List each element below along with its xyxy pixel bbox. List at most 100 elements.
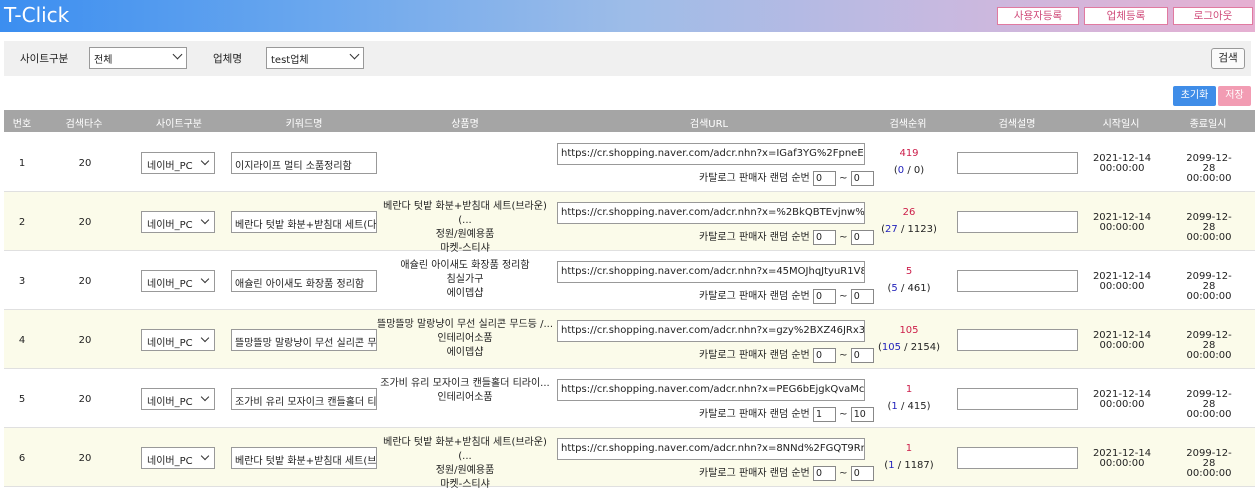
rank-value: 1 bbox=[905, 443, 913, 454]
catalog-label: 카탈로그 판매자 랜덤 순번 bbox=[699, 291, 810, 302]
slash-separator: / bbox=[907, 165, 911, 176]
row-keyword-input[interactable]: 애슐린 아이새도 화장품 정리함 bbox=[231, 270, 377, 292]
product-seller: 에이뎁샵 bbox=[446, 347, 484, 358]
row-end-datetime: 2099-12-28 00:00:00 bbox=[1186, 213, 1232, 243]
reset-button[interactable]: 초기화 bbox=[1173, 86, 1216, 106]
row-url-input[interactable]: https://cr.shopping.naver.com/adcr.nhn?x… bbox=[557, 202, 865, 224]
start-time: 00:00:00 bbox=[1099, 222, 1145, 233]
row-hits: 20 bbox=[78, 158, 92, 169]
row-keyword-input[interactable]: 베란다 텃밭 화분+받침대 세트(다크그레 bbox=[231, 211, 377, 233]
catalog-from-input[interactable]: 0 bbox=[812, 347, 836, 363]
end-date: 2099-12-28 bbox=[1186, 271, 1232, 292]
catalog-from-input[interactable]: 0 bbox=[812, 229, 836, 245]
end-time: 00:00:00 bbox=[1186, 409, 1232, 420]
row-description-input[interactable] bbox=[957, 270, 1078, 292]
row-rank: 5 (5 / 461) bbox=[887, 263, 930, 297]
table-row: 3 20 네이버_PC 애슐린 아이새도 화장품 정리함 애슐린 아이새도 화장… bbox=[4, 251, 1255, 310]
save-button[interactable]: 저장 bbox=[1218, 86, 1251, 106]
end-time: 00:00:00 bbox=[1186, 232, 1232, 243]
row-site-value: 네이버_PC bbox=[147, 338, 193, 349]
site-filter-value: 전체 bbox=[94, 55, 113, 66]
row-description-input[interactable] bbox=[957, 211, 1078, 233]
slash-separator: / bbox=[900, 401, 905, 412]
catalog-to-input[interactable]: 0 bbox=[850, 170, 874, 186]
catalog-label: 카탈로그 판매자 랜덤 순번 bbox=[699, 409, 810, 420]
row-hits: 20 bbox=[78, 453, 92, 464]
register-company-button[interactable]: 업체등록 bbox=[1084, 7, 1168, 25]
row-rank: 105 (105 / 2154) bbox=[878, 322, 940, 356]
row-number: 4 bbox=[18, 335, 26, 346]
row-keyword-input[interactable]: 조가비 유리 모자이크 캔들홀더 티라이트 bbox=[231, 388, 377, 410]
catalog-to-input[interactable]: 10 bbox=[850, 406, 874, 422]
catalog-to-input[interactable]: 0 bbox=[850, 465, 874, 481]
tilde-separator: ~ bbox=[839, 232, 848, 243]
catalog-label: 카탈로그 판매자 랜덤 순번 bbox=[699, 173, 810, 184]
catalog-to-input[interactable]: 0 bbox=[850, 229, 874, 245]
tilde-separator: ~ bbox=[839, 291, 848, 302]
catalog-from-input[interactable]: 0 bbox=[812, 170, 836, 186]
row-product-name: 베란다 텃밭 화분+받침대 세트(브라운) (... 정원/원예용품 마켓-스티… bbox=[375, 200, 555, 256]
row-number: 6 bbox=[18, 453, 26, 464]
catalog-to-input[interactable]: 0 bbox=[850, 347, 874, 363]
column-header: 검색URL bbox=[689, 119, 729, 130]
search-button[interactable]: 검색 bbox=[1211, 48, 1245, 69]
row-start-datetime: 2021-12-14 00:00:00 bbox=[1093, 213, 1151, 233]
row-description-input[interactable] bbox=[957, 329, 1078, 351]
chevron-down-icon bbox=[172, 49, 183, 60]
column-header: 번호 bbox=[12, 119, 32, 130]
table-header: 번호 검색타수 사이트구분 키워드명 상품명 검색URL 검색순위 검색설명 시… bbox=[4, 110, 1255, 132]
row-hits: 20 bbox=[78, 217, 92, 228]
catalog-from-input[interactable]: 0 bbox=[812, 465, 836, 481]
logout-button[interactable]: 로그아웃 bbox=[1173, 7, 1253, 25]
row-product-name: 베란다 텃밭 화분+받침대 세트(브라운) (... 정원/원예용품 마켓-스티… bbox=[375, 436, 555, 492]
row-url-input[interactable]: https://cr.shopping.naver.com/adcr.nhn?x… bbox=[557, 261, 865, 283]
row-description-input[interactable] bbox=[957, 388, 1078, 410]
row-site-select[interactable]: 네이버_PC bbox=[141, 211, 215, 233]
table-row: 1 20 네이버_PC 이지라이프 멀티 소품정리함 https://cr.sh… bbox=[4, 133, 1255, 192]
row-keyword-input[interactable]: 이지라이프 멀티 소품정리함 bbox=[231, 152, 377, 174]
table-row: 4 20 네이버_PC 뜰망뜰망 말랑냥이 무선 실리콘 무드등 뜰망뜰망 말랑… bbox=[4, 310, 1255, 369]
company-filter-select[interactable]: test업체 bbox=[266, 47, 364, 69]
row-number: 5 bbox=[18, 394, 26, 405]
product-title: 베란다 텃밭 화분+받침대 세트(브라운) (... bbox=[383, 437, 547, 462]
catalog-from-input[interactable]: 0 bbox=[812, 288, 836, 304]
start-time: 00:00:00 bbox=[1099, 281, 1145, 292]
row-keyword-input[interactable]: 뜰망뜰망 말랑냥이 무선 실리콘 무드등 bbox=[231, 329, 377, 351]
row-site-value: 네이버_PC bbox=[147, 161, 193, 172]
filter-bar: 사이트구분 전체 업체명 test업체 검색 bbox=[4, 41, 1251, 76]
chevron-down-icon bbox=[200, 274, 210, 284]
row-site-value: 네이버_PC bbox=[147, 279, 193, 290]
row-site-select[interactable]: 네이버_PC bbox=[141, 152, 215, 174]
slash-separator: / bbox=[904, 342, 908, 353]
rank-total: 461 bbox=[907, 283, 927, 294]
row-start-datetime: 2021-12-14 00:00:00 bbox=[1093, 272, 1151, 292]
row-site-select[interactable]: 네이버_PC bbox=[141, 270, 215, 292]
row-url-input[interactable]: https://cr.shopping.naver.com/adcr.nhn?x… bbox=[557, 320, 865, 342]
row-rank: 1 (1 / 1187) bbox=[884, 440, 933, 474]
rank-total: 1187 bbox=[904, 460, 930, 471]
rank-value: 105 bbox=[899, 325, 919, 336]
row-description-input[interactable] bbox=[957, 152, 1078, 174]
catalog-from-input[interactable]: 1 bbox=[812, 406, 836, 422]
row-url-input[interactable]: https://cr.shopping.naver.com/adcr.nhn?x… bbox=[557, 379, 865, 401]
row-description-input[interactable] bbox=[957, 447, 1078, 469]
row-site-select[interactable]: 네이버_PC bbox=[141, 447, 215, 469]
register-user-button[interactable]: 사용자등록 bbox=[997, 7, 1079, 25]
site-filter-select[interactable]: 전체 bbox=[89, 47, 187, 69]
rank-position: 1 bbox=[891, 401, 898, 412]
row-hits: 20 bbox=[78, 335, 92, 346]
row-keyword-input[interactable]: 베란다 텃밭 화분+받침대 세트(브라운) bbox=[231, 447, 377, 469]
catalog-to-input[interactable]: 0 bbox=[850, 288, 874, 304]
column-header: 사이트구분 bbox=[156, 119, 202, 130]
row-site-select[interactable]: 네이버_PC bbox=[141, 388, 215, 410]
row-url-input[interactable]: https://cr.shopping.naver.com/adcr.nhn?x… bbox=[557, 438, 865, 460]
rank-value: 5 bbox=[905, 266, 913, 277]
chevron-down-icon bbox=[200, 451, 210, 461]
row-end-datetime: 2099-12-28 00:00:00 bbox=[1186, 390, 1232, 420]
catalog-label: 카탈로그 판매자 랜덤 순번 bbox=[699, 232, 810, 243]
row-number: 1 bbox=[18, 158, 26, 169]
row-site-select[interactable]: 네이버_PC bbox=[141, 329, 215, 351]
chevron-down-icon bbox=[349, 49, 360, 60]
rank-value: 419 bbox=[899, 148, 919, 159]
row-url-input[interactable]: https://cr.shopping.naver.com/adcr.nhn?x… bbox=[557, 143, 865, 165]
